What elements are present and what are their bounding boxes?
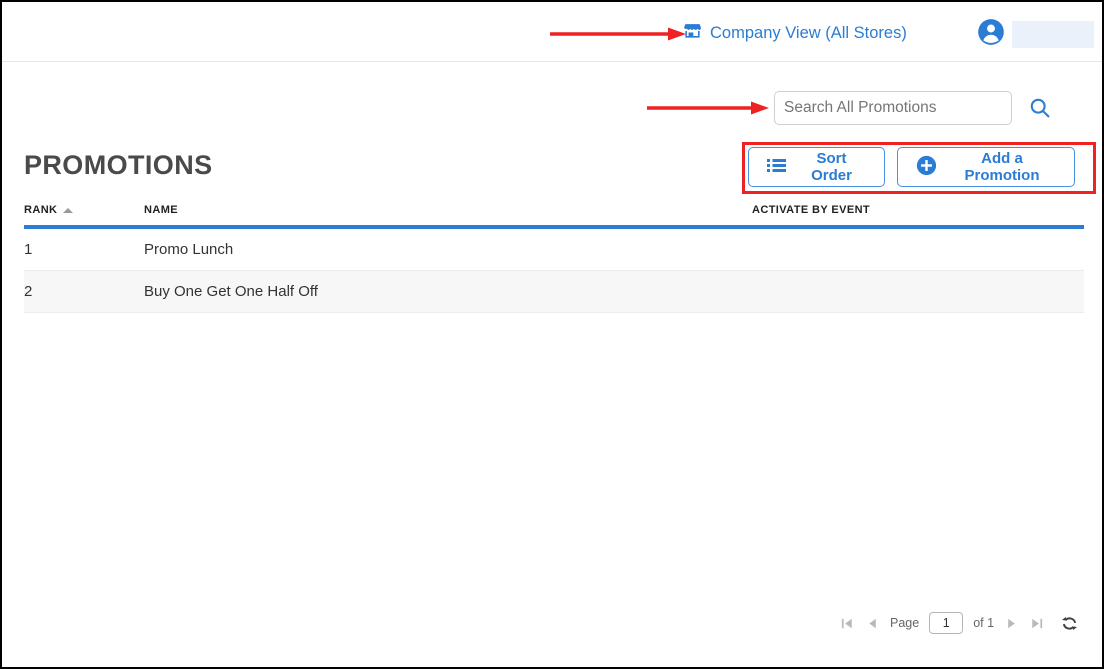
column-header-event-label: ACTIVATE BY EVENT bbox=[752, 204, 871, 216]
sort-ascending-icon bbox=[63, 207, 74, 213]
user-area[interactable] bbox=[977, 18, 1094, 51]
top-bar: Company View (All Stores) bbox=[2, 2, 1102, 62]
storefront-icon bbox=[683, 21, 702, 45]
column-header-name-label: NAME bbox=[144, 204, 178, 216]
add-promotion-button[interactable]: Add a Promotion bbox=[897, 147, 1075, 187]
user-name-field bbox=[1012, 21, 1094, 48]
cell-rank: 1 bbox=[24, 241, 33, 258]
last-page-button[interactable] bbox=[1029, 616, 1044, 631]
company-view-label: Company View (All Stores) bbox=[710, 23, 907, 42]
prev-page-icon bbox=[865, 618, 880, 634]
column-header-activate-by-event[interactable]: ACTIVATE BY EVENT bbox=[752, 204, 870, 216]
search-button[interactable] bbox=[1028, 96, 1052, 120]
next-page-button[interactable] bbox=[1004, 616, 1019, 631]
table-header: RANK NAME ACTIVATE BY EVENT bbox=[24, 204, 1084, 229]
previous-page-button[interactable] bbox=[865, 616, 880, 631]
table-row[interactable]: 1 Promo Lunch bbox=[24, 229, 1084, 271]
promotions-page: Company View (All Stores) Search All Pro… bbox=[0, 0, 1104, 669]
page-total-label: of 1 bbox=[973, 616, 995, 630]
column-header-rank-label: RANK bbox=[24, 204, 58, 216]
company-view-selector[interactable]: Company View (All Stores) bbox=[683, 21, 907, 45]
page-number-input[interactable] bbox=[929, 612, 964, 634]
search-input[interactable] bbox=[774, 91, 1012, 125]
pagination-bar: Page of 1 bbox=[840, 612, 1079, 634]
page-label: Page bbox=[890, 616, 920, 630]
page-title: PROMOTIONS bbox=[24, 150, 213, 180]
cell-name: Promo Lunch bbox=[144, 241, 234, 258]
promotions-table: RANK NAME ACTIVATE BY EVENT 1 Promo Lunc… bbox=[24, 204, 1084, 313]
next-page-icon bbox=[1004, 618, 1019, 634]
cell-rank: 2 bbox=[24, 283, 33, 300]
user-avatar-icon[interactable] bbox=[977, 18, 1005, 51]
search-icon bbox=[1028, 98, 1052, 123]
annotation-arrow-search bbox=[647, 100, 769, 121]
sort-order-button[interactable]: Sort Order bbox=[748, 147, 885, 187]
column-header-name[interactable]: NAME bbox=[144, 204, 178, 216]
first-page-button[interactable] bbox=[840, 616, 855, 631]
first-page-icon bbox=[840, 618, 855, 634]
last-page-icon bbox=[1029, 618, 1044, 634]
plus-circle-icon bbox=[916, 155, 937, 180]
table-row[interactable]: 2 Buy One Get One Half Off bbox=[24, 271, 1084, 313]
add-promotion-label: Add a Promotion bbox=[964, 150, 1040, 184]
action-buttons: Sort Order Add a Promotion bbox=[748, 147, 1075, 187]
refresh-icon bbox=[1060, 616, 1079, 636]
list-icon bbox=[767, 158, 786, 177]
sort-order-label: Sort Order bbox=[811, 150, 852, 184]
refresh-button[interactable] bbox=[1060, 614, 1079, 633]
cell-name: Buy One Get One Half Off bbox=[144, 283, 318, 300]
column-header-rank[interactable]: RANK bbox=[24, 204, 74, 216]
search-area bbox=[774, 91, 1052, 125]
